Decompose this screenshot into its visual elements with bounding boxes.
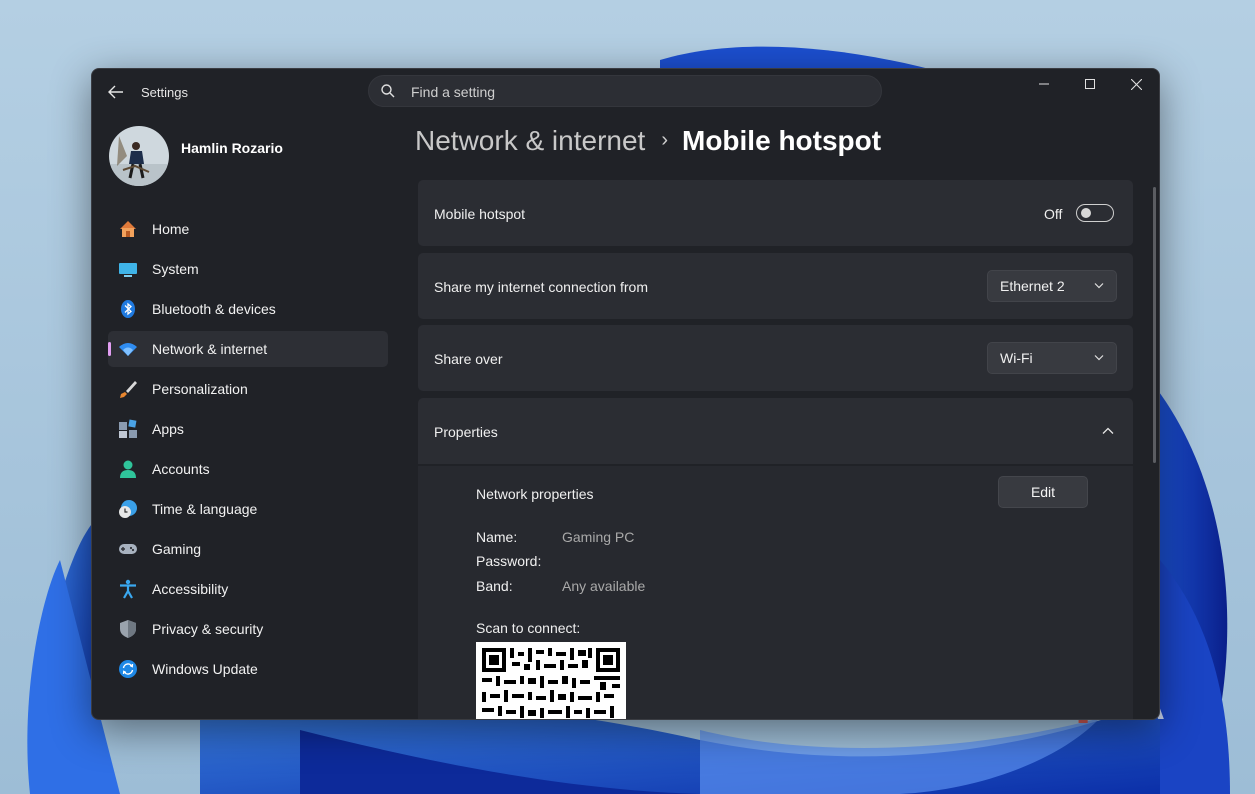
band-label: Band: <box>476 578 513 594</box>
sidebar-item-network[interactable]: Network & internet <box>108 331 388 367</box>
minimize-button[interactable] <box>1021 69 1067 99</box>
settings-window: Settings Hamlin Rozario Home <box>91 68 1160 720</box>
accessibility-icon <box>120 579 136 599</box>
sidebar-item-accounts[interactable]: Accounts <box>108 451 388 487</box>
name-label: Name: <box>476 529 518 545</box>
share-over-dropdown[interactable]: Wi-Fi <box>987 342 1117 374</box>
profile-name: Hamlin Rozario <box>181 140 283 156</box>
minimize-icon <box>1039 83 1049 85</box>
back-arrow-icon[interactable] <box>106 83 126 101</box>
name-value: Gaming PC <box>562 529 635 545</box>
shield-icon <box>120 620 136 638</box>
system-icon <box>119 263 137 277</box>
mobile-hotspot-card: Mobile hotspot Off <box>418 180 1133 246</box>
sidebar-item-system[interactable]: System <box>108 251 388 287</box>
sidebar-item-personalization[interactable]: Personalization <box>108 371 388 407</box>
qr-code <box>476 642 626 719</box>
sidebar-item-label: Personalization <box>152 381 248 397</box>
brush-icon <box>120 381 137 398</box>
app-title: Settings <box>141 85 188 100</box>
scan-to-connect-label: Scan to connect: <box>476 620 581 636</box>
sidebar-item-label: Accounts <box>152 461 210 477</box>
sidebar-item-label: Accessibility <box>152 581 229 597</box>
sidebar-item-label: Network & internet <box>152 341 268 357</box>
search-input[interactable] <box>409 81 853 103</box>
sidebar-item-label: Gaming <box>152 541 202 557</box>
gamepad-icon <box>119 544 137 554</box>
search-box[interactable] <box>368 75 882 107</box>
clock-globe-icon <box>119 500 137 518</box>
mobile-hotspot-toggle[interactable] <box>1076 204 1114 222</box>
toggle-knob <box>1081 208 1091 218</box>
maximize-icon <box>1085 79 1095 89</box>
chevron-up-icon[interactable] <box>1102 427 1114 435</box>
chevron-down-icon <box>1094 283 1104 289</box>
sidebar-item-label: Apps <box>152 421 184 437</box>
share-from-card: Share my internet connection from Ethern… <box>418 253 1133 319</box>
password-label: Password: <box>476 553 542 569</box>
close-button[interactable] <box>1113 69 1159 99</box>
network-properties-title: Network properties <box>476 486 594 502</box>
toggle-state-text: Off <box>1044 206 1063 222</box>
home-icon <box>120 221 136 237</box>
sidebar-item-label: Privacy & security <box>152 621 264 637</box>
chevron-down-icon <box>1094 355 1104 361</box>
share-over-card: Share over Wi-Fi <box>418 325 1133 391</box>
close-icon <box>1130 78 1142 90</box>
sidebar-item-label: Bluetooth & devices <box>152 301 276 317</box>
bluetooth-icon <box>121 300 135 318</box>
sidebar-item-home[interactable]: Home <box>108 211 388 247</box>
sidebar-item-label: System <box>152 261 199 277</box>
avatar[interactable] <box>109 126 169 186</box>
wifi-icon <box>119 343 137 356</box>
edit-button[interactable]: Edit <box>998 476 1088 508</box>
band-value: Any available <box>562 578 646 594</box>
mobile-hotspot-label: Mobile hotspot <box>434 206 526 222</box>
share-over-label: Share over <box>434 351 503 367</box>
sidebar-item-gaming[interactable]: Gaming <box>108 531 388 567</box>
sidebar-item-label: Home <box>152 221 190 237</box>
sidebar-nav: Home System Bluetooth & devices Network … <box>108 211 388 691</box>
update-icon <box>119 660 137 678</box>
sidebar-item-windows-update[interactable]: Windows Update <box>108 651 388 687</box>
sidebar-item-bluetooth[interactable]: Bluetooth & devices <box>108 291 388 327</box>
share-over-value: Wi-Fi <box>1000 350 1033 366</box>
sidebar-item-label: Time & language <box>152 501 258 517</box>
sidebar-item-accessibility[interactable]: Accessibility <box>108 571 388 607</box>
chevron-right-icon: › <box>661 129 668 151</box>
share-from-label: Share my internet connection from <box>434 279 648 295</box>
share-from-value: Ethernet 2 <box>1000 278 1065 294</box>
properties-label: Properties <box>434 424 498 440</box>
accounts-icon <box>120 460 136 478</box>
sidebar-item-time-language[interactable]: Time & language <box>108 491 388 527</box>
breadcrumb-parent-link[interactable]: Network & internet <box>415 125 645 156</box>
apps-icon <box>119 419 137 438</box>
share-from-dropdown[interactable]: Ethernet 2 <box>987 270 1117 302</box>
scrollbar[interactable] <box>1153 187 1156 463</box>
properties-body: Network properties Edit Name: Gaming PC … <box>418 466 1133 719</box>
maximize-button[interactable] <box>1067 69 1113 99</box>
sidebar-item-privacy[interactable]: Privacy & security <box>108 611 388 647</box>
sidebar-item-label: Windows Update <box>152 661 258 677</box>
sidebar-item-apps[interactable]: Apps <box>108 411 388 447</box>
active-indicator <box>108 342 111 356</box>
breadcrumb: Network & internet › Mobile hotspot <box>415 125 881 157</box>
search-icon <box>381 84 395 98</box>
page-title: Mobile hotspot <box>682 125 882 156</box>
properties-header[interactable]: Properties <box>418 398 1133 464</box>
